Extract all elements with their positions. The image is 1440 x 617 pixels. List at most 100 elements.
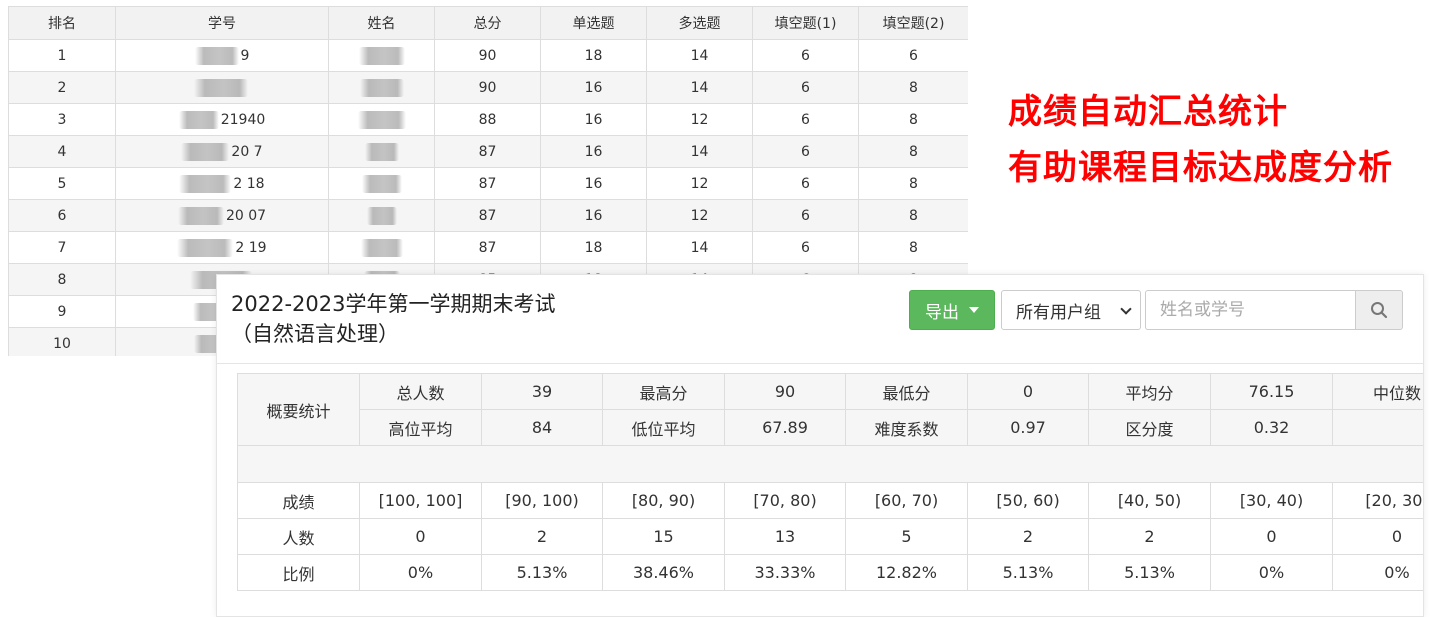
total-cell: 87 xyxy=(434,231,541,264)
table-row[interactable]: 3 21940 88 16 12 6 8 xyxy=(8,103,968,136)
fill-blank-2-cell: 8 xyxy=(858,199,968,232)
multi-choice-cell: 14 xyxy=(646,231,753,264)
name-cell xyxy=(328,231,435,264)
summary-cell: 难度系数 xyxy=(845,409,968,446)
single-choice-cell: 18 xyxy=(540,231,647,264)
redacted-id-blur xyxy=(178,110,219,129)
exam-title-line-2: （自然语言处理） xyxy=(231,322,399,346)
ratio-cell: 33.33% xyxy=(724,554,846,591)
search-icon xyxy=(1371,302,1388,319)
fill-blank-2-cell: 6 xyxy=(858,39,968,72)
table-row[interactable]: 4 20 7 87 16 14 6 8 xyxy=(8,135,968,168)
total-cell: 87 xyxy=(434,199,541,232)
ratio-cell: 0% xyxy=(1210,554,1333,591)
total-cell: 90 xyxy=(434,39,541,72)
table-row[interactable]: 1 9 90 18 14 6 6 xyxy=(8,39,968,72)
ratio-cell: 0% xyxy=(1332,554,1423,591)
export-button-label: 导出 xyxy=(925,302,959,323)
redacted-name-blur xyxy=(366,206,397,225)
count-cell: 0 xyxy=(359,518,482,555)
rank-cell: 6 xyxy=(8,199,116,232)
redacted-id-blur xyxy=(194,46,239,65)
ratio-cell: 5.13% xyxy=(967,554,1089,591)
rank-cell: 3 xyxy=(8,103,116,136)
redacted-name-blur xyxy=(358,46,405,65)
ratio-cell: 0% xyxy=(359,554,482,591)
total-cell: 90 xyxy=(434,71,541,104)
redacted-name-blur xyxy=(360,238,403,257)
single-choice-cell: 16 xyxy=(540,103,647,136)
fill-blank-2-cell: 8 xyxy=(858,103,968,136)
range-cell: [30, 40) xyxy=(1210,482,1333,519)
ratio-cell: 12.82% xyxy=(845,554,968,591)
rank-cell: 2 xyxy=(8,71,116,104)
table-row[interactable]: 5 2 18 87 16 12 6 8 xyxy=(8,167,968,200)
search-input[interactable] xyxy=(1145,290,1355,330)
range-row: 成绩 [100, 100] [90, 100) [80, 90) [70, 80… xyxy=(237,482,1423,519)
search-button[interactable] xyxy=(1355,290,1403,330)
redacted-id-blur xyxy=(177,238,234,257)
fill-blank-1-cell: 6 xyxy=(752,199,859,232)
summary-cell: 最低分 xyxy=(845,373,968,410)
header-fill-blank-1[interactable]: 填空题(1) xyxy=(752,6,859,40)
summary-cell: 0.97 xyxy=(967,409,1089,446)
student-id-partial: 2 18 xyxy=(233,175,265,192)
range-cell: [20, 30) xyxy=(1332,482,1423,519)
header-total[interactable]: 总分 xyxy=(434,6,541,40)
table-row[interactable]: 7 2 19 87 18 14 6 8 xyxy=(8,231,968,264)
range-cell: [80, 90) xyxy=(602,482,725,519)
redacted-name-blur xyxy=(359,78,404,97)
fill-blank-1-cell: 6 xyxy=(752,135,859,168)
single-choice-cell: 18 xyxy=(540,39,647,72)
summary-cell: 中位数 xyxy=(1332,373,1423,410)
table-row[interactable]: 2 90 16 14 6 8 xyxy=(8,71,968,104)
rank-cell: 5 xyxy=(8,167,116,200)
table-row[interactable]: 6 20 07 87 16 12 6 8 xyxy=(8,199,968,232)
chevron-down-icon xyxy=(1120,303,1132,315)
name-cell xyxy=(328,199,435,232)
redacted-id-blur xyxy=(179,174,232,193)
header-single-choice[interactable]: 单选题 xyxy=(540,6,647,40)
count-row: 人数 0 2 15 13 5 2 2 0 0 xyxy=(237,518,1423,555)
header-name[interactable]: 姓名 xyxy=(328,6,435,40)
count-cell: 13 xyxy=(724,518,846,555)
export-button[interactable]: 导出 xyxy=(909,290,995,330)
range-label: 成绩 xyxy=(237,482,360,519)
annotation-line-2: 有助课程目标达成度分析 xyxy=(1008,148,1393,188)
header-rank[interactable]: 排名 xyxy=(8,6,116,40)
fill-blank-1-cell: 6 xyxy=(752,103,859,136)
total-cell: 87 xyxy=(434,167,541,200)
name-cell xyxy=(328,71,435,104)
student-id-cell: 21940 xyxy=(115,103,329,136)
range-cell: [90, 100) xyxy=(481,482,603,519)
ratio-cell: 5.13% xyxy=(481,554,603,591)
name-cell xyxy=(328,167,435,200)
user-group-select-value: 所有用户组 xyxy=(1016,302,1101,323)
header-student-id[interactable]: 学号 xyxy=(115,6,329,40)
header-fill-blank-2[interactable]: 填空题(2) xyxy=(858,6,968,40)
header-multi-choice[interactable]: 多选题 xyxy=(646,6,753,40)
single-choice-cell: 16 xyxy=(540,167,647,200)
redacted-id-blur xyxy=(177,206,224,225)
multi-choice-cell: 12 xyxy=(646,103,753,136)
redacted-id-blur xyxy=(194,78,248,97)
rank-cell: 7 xyxy=(8,231,116,264)
summary-row-1: 概要统计 总人数 39 最高分 90 最低分 0 平均分 76.15 中位数 xyxy=(237,373,1423,446)
ratio-row: 比例 0% 5.13% 38.46% 33.33% 12.82% 5.13% 5… xyxy=(237,554,1423,591)
ratio-label: 比例 xyxy=(237,554,360,591)
user-group-select[interactable]: 所有用户组 xyxy=(1001,290,1141,330)
summary-cell: 76.15 xyxy=(1210,373,1333,410)
student-id-cell: 9 xyxy=(115,39,329,72)
student-id-cell: 2 19 xyxy=(115,231,329,264)
summary-cell: 总人数 xyxy=(359,373,482,410)
name-cell xyxy=(328,135,435,168)
redacted-name-blur xyxy=(364,142,399,161)
multi-choice-cell: 14 xyxy=(646,39,753,72)
spacer-cell xyxy=(237,445,1423,483)
count-cell: 2 xyxy=(1088,518,1211,555)
total-cell: 88 xyxy=(434,103,541,136)
summary-cell: 39 xyxy=(481,373,603,410)
range-cell: [60, 70) xyxy=(845,482,968,519)
fill-blank-2-cell: 8 xyxy=(858,167,968,200)
fill-blank-1-cell: 6 xyxy=(752,71,859,104)
